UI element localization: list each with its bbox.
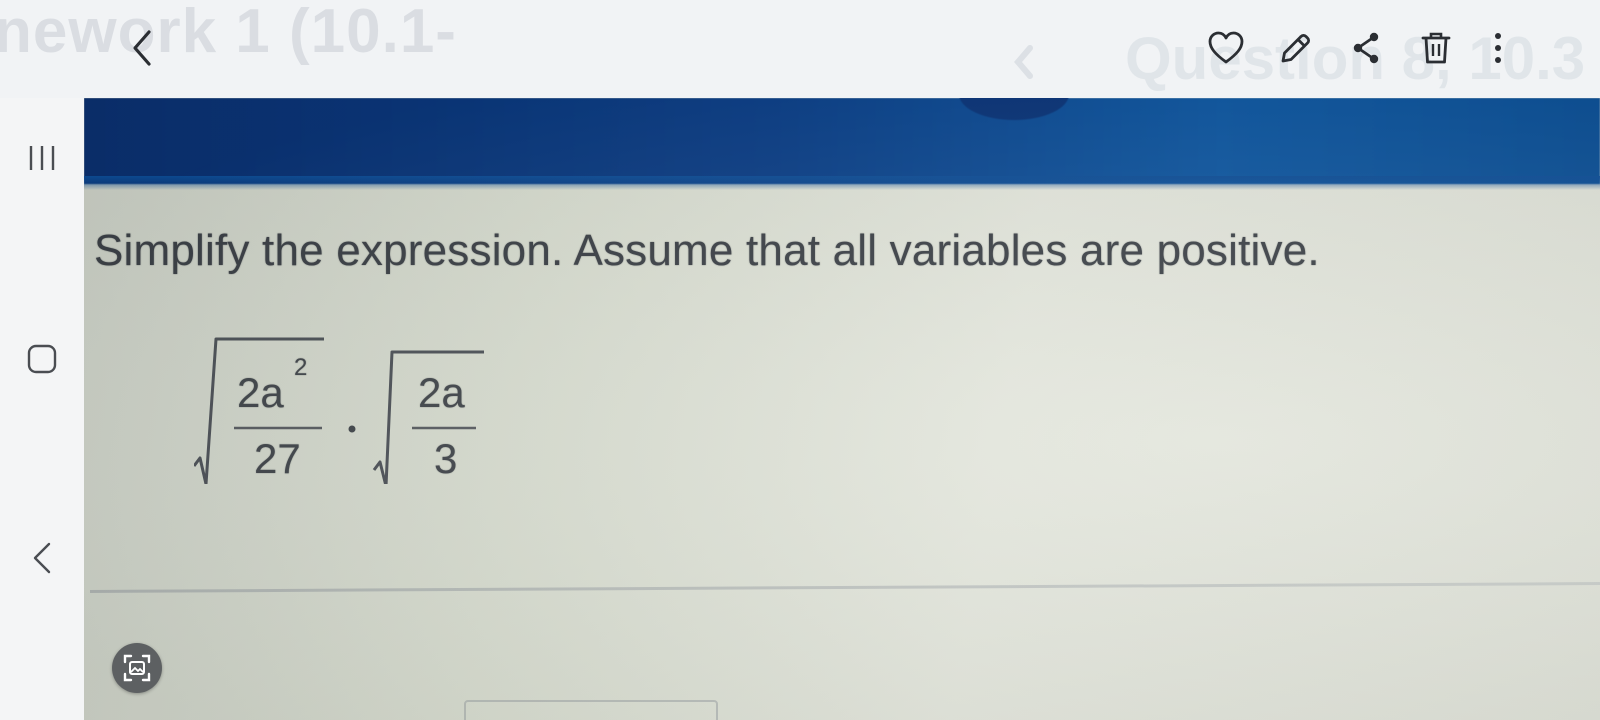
recent-apps-icon (29, 146, 55, 170)
share-button[interactable] (1340, 22, 1392, 74)
question-text: Simplify the expression. Assume that all… (94, 226, 1320, 275)
term1-denominator: 27 (254, 435, 301, 482)
back-nav-button[interactable] (14, 530, 70, 586)
more-options-button[interactable] (1472, 22, 1524, 74)
term1-numerator: 2a (237, 369, 284, 416)
faded-title-left: nework 1 (10.1- (0, 0, 457, 66)
image-capture-button[interactable] (112, 643, 162, 693)
back-button[interactable] (116, 22, 168, 74)
recent-apps-button[interactable] (14, 130, 70, 186)
more-vertical-icon (1495, 33, 1501, 63)
delete-button[interactable] (1410, 22, 1462, 74)
header-shadow (84, 176, 1600, 190)
math-expression: 2a 2 27 2a 3 (194, 334, 494, 484)
home-button[interactable] (14, 331, 70, 387)
back-icon (33, 542, 51, 574)
photo-content: Simplify the expression. Assume that all… (84, 98, 1600, 720)
navigation-bar (0, 98, 84, 720)
chevron-left-icon (133, 30, 151, 66)
trash-icon (1421, 32, 1451, 64)
share-nodes-icon (1353, 32, 1379, 64)
term1-exponent: 2 (294, 354, 308, 381)
photo-blue-header (84, 98, 1600, 184)
image-capture-icon (123, 654, 151, 682)
answer-box-edge (464, 700, 718, 720)
home-icon (27, 344, 57, 374)
gallery-viewer: nework 1 (10.1- Question 8, 10.3 Simplif… (0, 0, 1600, 720)
edit-button[interactable] (1270, 22, 1322, 74)
term2-numerator: 2a (418, 369, 465, 416)
top-toolbar: nework 1 (10.1- Question 8, 10.3 (0, 0, 1600, 98)
content-divider (90, 582, 1600, 593)
pencil-icon (1281, 33, 1311, 63)
term2-denominator: 3 (434, 435, 458, 482)
header-shape (959, 98, 1069, 120)
favorite-button[interactable] (1200, 22, 1252, 74)
heart-outline-icon (1208, 31, 1244, 64)
faded-chevron-icon (1014, 45, 1033, 79)
